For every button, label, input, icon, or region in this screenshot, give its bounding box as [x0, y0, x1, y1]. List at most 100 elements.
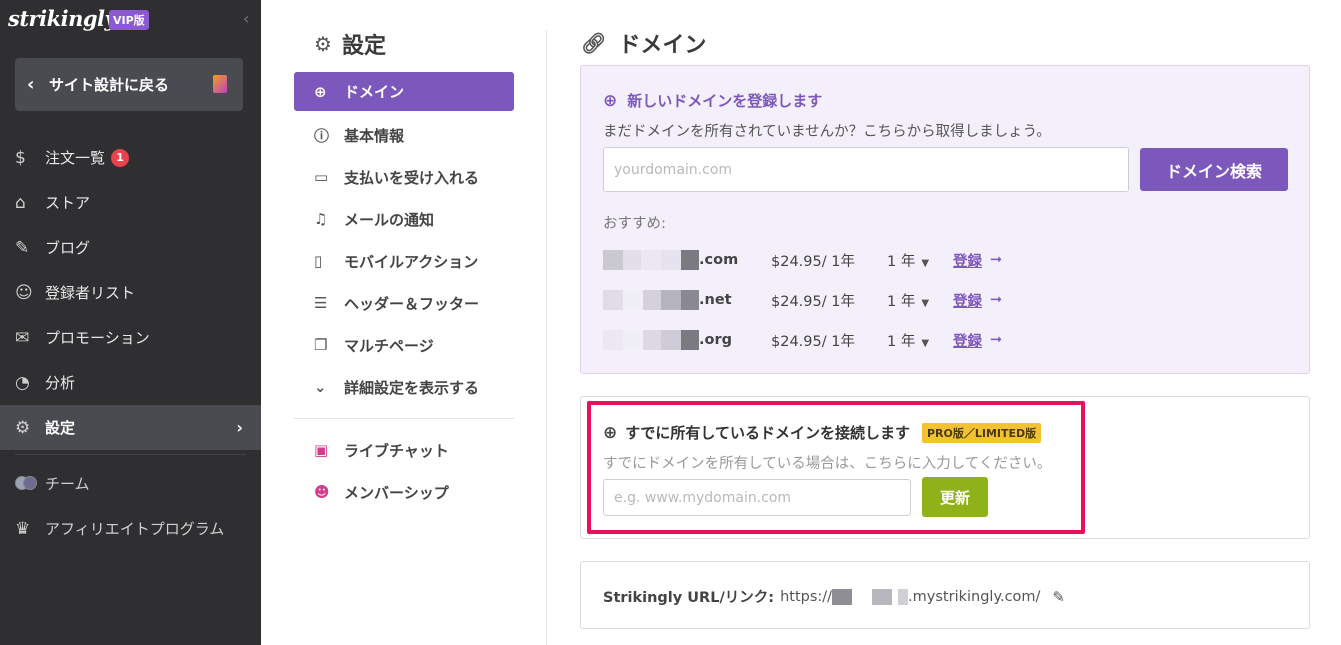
settings-divider: [294, 418, 514, 419]
app-sidebar: strikingly VIP版 ‹ ‹ サイト設計に戻る $ 注文一覧 1 ⌂ …: [0, 0, 261, 645]
site-url-row: Strikingly URL/リンク: https:// .mystriking…: [603, 586, 1065, 607]
period-select[interactable]: 1 年 ▼: [887, 290, 929, 311]
chevron-down-icon: ⌄: [314, 378, 327, 396]
settings-item-mobile-actions[interactable]: ▯ モバイルアクション: [294, 240, 514, 282]
suggestion-row: .org $24.95/ 1年 1 年 ▼ 登録 ➞: [603, 329, 1023, 351]
period-select[interactable]: 1 年 ▼: [887, 330, 929, 351]
site-url-prefix: https://: [780, 588, 833, 605]
redacted-domain-name: [603, 290, 699, 310]
sidebar-item-blog[interactable]: ✎ ブログ: [0, 225, 261, 270]
credit-card-icon: ▭: [314, 168, 329, 186]
settings-item-header-footer[interactable]: ☰ ヘッダー＆フッター: [294, 282, 514, 324]
sidebar-item-label: 注文一覧: [45, 149, 106, 167]
page-title-text: ドメイン: [618, 33, 707, 58]
site-url-card: Strikingly URL/リンク: https:// .mystriking…: [580, 561, 1310, 629]
settings-title: ⚙ 設定: [314, 28, 386, 60]
register-link[interactable]: 登録: [953, 250, 982, 271]
suggestion-price: $24.95/ 1年: [771, 253, 855, 270]
register-domain-title: 新しいドメインを登録します: [627, 92, 823, 110]
bell-icon: ♫: [314, 210, 328, 228]
period-select[interactable]: 1 年 ▼: [887, 250, 929, 271]
caret-down-icon: ▼: [921, 337, 930, 349]
site-url-suffix: .mystrikingly.com/: [908, 588, 1041, 605]
settings-item-email-notifications[interactable]: ♫ メールの通知: [294, 198, 514, 240]
column-divider: [546, 30, 547, 645]
settings-item-label: 基本情報: [344, 126, 405, 145]
arrow-right-icon: ➞: [990, 252, 1003, 268]
sidebar-item-affiliate[interactable]: ♛ アフィリエイトプログラム: [0, 506, 261, 551]
redacted-domain-name: [603, 330, 699, 350]
settings-item-live-chat[interactable]: ▣ ライブチャット: [294, 429, 514, 471]
settings-item-label: ライブチャット: [344, 441, 449, 460]
recommendations-label: おすすめ:: [603, 216, 666, 232]
users-icon: ☺: [15, 282, 33, 303]
site-url-label: Strikingly URL/リンク:: [603, 590, 775, 606]
pencil-icon[interactable]: ✎: [1052, 588, 1065, 606]
caret-down-icon: ▼: [921, 257, 930, 269]
domain-search-input[interactable]: yourdomain.com: [603, 147, 1129, 192]
sidebar-item-team[interactable]: チーム: [0, 461, 261, 506]
globe-icon: ⊕: [314, 82, 327, 101]
sidebar-item-subscribers[interactable]: ☺ 登録者リスト: [0, 270, 261, 315]
caret-down-icon: ▼: [921, 297, 930, 309]
link-icon: 🔗︎: [581, 31, 607, 55]
back-to-editor-button[interactable]: ‹ サイト設計に戻る: [15, 58, 243, 111]
sidebar-item-label: ストア: [45, 194, 91, 212]
settings-item-label: メールの通知: [344, 210, 435, 229]
register-link[interactable]: 登録: [953, 290, 982, 311]
settings-title-text: 設定: [341, 34, 386, 59]
highlight-frame: [587, 401, 1085, 534]
settings-item-domain[interactable]: ⊕ ドメイン: [294, 72, 514, 111]
register-link[interactable]: 登録: [953, 330, 982, 351]
back-to-editor-label: サイト設計に戻る: [49, 76, 170, 94]
store-icon: ⌂: [15, 192, 26, 213]
settings-menu-list: ⊕ ドメイン ⓘ 基本情報 ▭ 支払いを受け入れる ♫ メールの通知 ▯ モバイ…: [294, 72, 514, 513]
quill-icon: ✎: [15, 237, 30, 258]
sidebar-divider: [15, 454, 246, 455]
pages-icon: ❐: [314, 336, 328, 354]
settings-item-label: 詳細設定を表示する: [344, 378, 480, 397]
page-icon: [213, 75, 227, 93]
settings-item-multipage[interactable]: ❐ マルチページ: [294, 324, 514, 366]
period-value: 1 年: [887, 293, 916, 310]
brand-logo[interactable]: strikingly: [8, 6, 117, 31]
sidebar-item-label: チーム: [45, 475, 90, 493]
member-card-icon: ☻: [314, 483, 330, 501]
orders-count-badge: 1: [111, 148, 130, 167]
suggestion-price: $24.95/ 1年: [771, 333, 855, 350]
sidebar-item-settings[interactable]: ⚙ 設定 ›: [0, 405, 261, 450]
suggestion-tld: .com: [699, 252, 739, 268]
sidebar-item-orders[interactable]: $ 注文一覧 1: [0, 135, 261, 180]
search-plus-icon: ⊕: [603, 90, 618, 111]
domain-search-button[interactable]: ドメイン検索: [1140, 148, 1288, 191]
dollar-icon: $: [15, 147, 26, 168]
gear-icon: ⚙: [15, 417, 31, 438]
megaphone-icon: ✉: [15, 327, 30, 348]
info-icon: ⓘ: [314, 126, 330, 145]
chevron-right-icon: ›: [236, 418, 243, 437]
period-value: 1 年: [887, 333, 916, 350]
collapse-sidebar-icon[interactable]: ‹: [243, 9, 249, 28]
settings-item-advanced[interactable]: ⌄ 詳細設定を表示する: [294, 366, 514, 408]
settings-item-membership[interactable]: ☻ メンバーシップ: [294, 471, 514, 513]
sidebar-item-analytics[interactable]: ◔ 分析: [0, 360, 261, 405]
settings-item-label: マルチページ: [344, 336, 434, 355]
redacted-subdomain: [832, 588, 909, 605]
gear-icon: ⚙: [314, 32, 332, 56]
settings-item-label: モバイルアクション: [344, 252, 479, 271]
suggestion-row: .com $24.95/ 1年 1 年 ▼ 登録 ➞: [603, 249, 1023, 271]
suggestion-row: .net $24.95/ 1年 1 年 ▼ 登録 ➞: [603, 289, 1023, 311]
sidebar-item-store[interactable]: ⌂ ストア: [0, 180, 261, 225]
sidebar-item-promotion[interactable]: ✉ プロモーション: [0, 315, 261, 360]
chevron-left-icon: ‹: [27, 74, 35, 95]
settings-item-basic-info[interactable]: ⓘ 基本情報: [294, 114, 514, 156]
trophy-icon: ♛: [15, 518, 31, 539]
pie-chart-icon: ◔: [15, 372, 30, 393]
arrow-right-icon: ➞: [990, 292, 1003, 308]
suggestion-price: $24.95/ 1年: [771, 293, 855, 310]
arrow-right-icon: ➞: [990, 332, 1003, 348]
settings-item-label: ドメイン: [344, 83, 405, 101]
redacted-domain-name: [603, 250, 699, 270]
mobile-icon: ▯: [314, 252, 323, 270]
settings-item-payments[interactable]: ▭ 支払いを受け入れる: [294, 156, 514, 198]
